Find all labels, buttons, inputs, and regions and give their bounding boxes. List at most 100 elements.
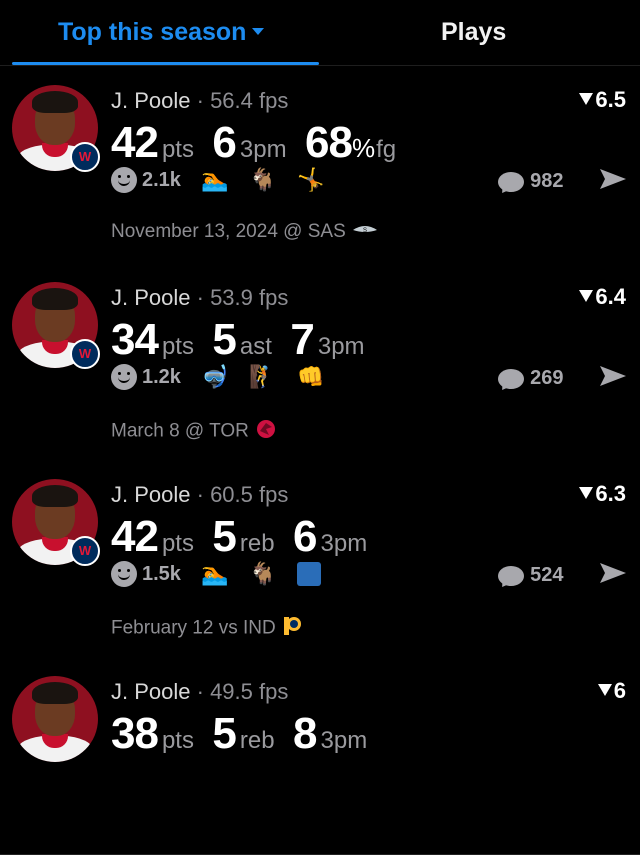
stat-line: 34 pts 5 ast 7 3pm xyxy=(111,315,379,365)
stat-3pm: 6 3pm xyxy=(293,512,367,562)
stat-label: reb xyxy=(239,530,275,557)
raptors-logo-icon xyxy=(255,418,277,445)
stat-label: pts xyxy=(161,333,194,360)
score-value: 6.3 xyxy=(595,481,626,506)
game-date: March 8 @ TOR xyxy=(111,420,249,442)
comments-bar: 982 xyxy=(498,167,628,196)
play-card[interactable]: W J. Poole · 60.5 fps 6.3 42 pts 5 reb 6 3p… xyxy=(0,460,640,658)
stat-label: 3pm xyxy=(239,136,287,163)
comment-bubble-icon[interactable] xyxy=(498,368,525,389)
score-chevron-icon xyxy=(579,93,594,105)
fps-value: 49.5 fps xyxy=(210,679,289,704)
stat-label: pts xyxy=(161,136,194,163)
caret-down-icon xyxy=(252,27,265,35)
player-name[interactable]: J. Poole xyxy=(111,679,191,704)
score-chevron-icon xyxy=(579,290,594,302)
play-card[interactable]: W J. Poole · 53.9 fps 6.4 34 pts 5 ast 7 3p… xyxy=(0,263,640,461)
comment-count: 524 xyxy=(530,564,564,586)
tab-plays-label: Plays xyxy=(441,18,507,46)
stat-label: fg xyxy=(376,136,397,163)
tab-bar: Top this season Plays xyxy=(0,0,640,66)
player-line: J. Poole · 56.4 fps xyxy=(111,88,288,114)
comment-bubble-icon[interactable] xyxy=(498,171,525,192)
score: 6.5 xyxy=(579,87,626,113)
tab-plays[interactable]: Plays xyxy=(441,18,506,47)
gymnast-emoji-icon[interactable]: 🤸 xyxy=(297,167,324,193)
react-smiley-icon[interactable] xyxy=(111,561,137,587)
comments-bar: 524 xyxy=(498,561,628,590)
reaction-count: 1.2k xyxy=(142,365,181,388)
share-icon[interactable] xyxy=(598,167,628,196)
fps-value: 56.4 fps xyxy=(210,88,289,113)
react-smiley-icon[interactable] xyxy=(111,167,137,193)
share-icon[interactable] xyxy=(598,364,628,393)
tab-top-this-season-label: Top this season xyxy=(58,18,247,46)
spurs-logo-icon: S xyxy=(352,223,378,241)
score-chevron-icon xyxy=(597,684,612,696)
stat-value: 7 xyxy=(290,315,315,364)
stat-label: pts xyxy=(161,727,194,754)
stat-pts: 38 pts xyxy=(111,709,194,759)
comment-count: 982 xyxy=(530,170,564,192)
react-smiley-icon[interactable] xyxy=(111,364,137,390)
goat-emoji-icon[interactable]: 🐐 xyxy=(249,561,276,587)
swimmer-emoji-icon[interactable]: 🏊 xyxy=(201,561,228,587)
stat-pts: 42 pts xyxy=(111,512,194,562)
score-value: 6.4 xyxy=(595,284,626,309)
stat-reb: 5 reb xyxy=(212,512,274,562)
player-line: J. Poole · 53.9 fps xyxy=(111,285,288,311)
fps-value: 53.9 fps xyxy=(210,285,289,310)
stat-label: 3pm xyxy=(320,530,368,557)
avatar[interactable] xyxy=(12,676,98,762)
stat-value: 6 xyxy=(293,512,318,561)
goat-emoji-icon[interactable]: 🐐 xyxy=(249,167,276,193)
pacers-logo-icon xyxy=(282,615,302,642)
separator: · xyxy=(190,285,211,310)
stat-label: pts xyxy=(161,530,194,557)
fps-value: 60.5 fps xyxy=(210,482,289,507)
player-name[interactable]: J. Poole xyxy=(111,285,191,310)
stat-label: 3pm xyxy=(320,727,368,754)
stat-fg: 68%fg xyxy=(305,118,396,168)
stat-value: 68 xyxy=(305,118,353,167)
share-icon[interactable] xyxy=(598,561,628,590)
player-name[interactable]: J. Poole xyxy=(111,482,191,507)
comments-bar: 269 xyxy=(498,364,628,393)
diving-mask-emoji-icon[interactable]: 🤿 xyxy=(201,364,228,390)
stat-line: 38 pts 5 reb 8 3pm xyxy=(111,709,381,759)
stat-3pm: 6 3pm xyxy=(212,118,286,168)
swimmer-emoji-icon[interactable]: 🏊 xyxy=(201,167,228,193)
stat-ast: 5 ast xyxy=(212,315,272,365)
comment-count: 269 xyxy=(530,367,564,389)
fist-emoji-icon[interactable]: 👊 xyxy=(297,364,324,390)
game-date: November 13, 2024 @ SAS xyxy=(111,221,346,242)
player-line: J. Poole · 60.5 fps xyxy=(111,482,288,508)
stat-value: 34 xyxy=(111,315,159,364)
stat-line: 42 pts 5 reb 6 3pm xyxy=(111,512,381,562)
stat-label: reb xyxy=(239,727,275,754)
game-date: February 12 vs IND xyxy=(111,617,276,639)
wizards-logo-icon: W xyxy=(70,536,100,566)
svg-text:S: S xyxy=(363,228,367,234)
hair-shape xyxy=(32,91,78,113)
play-card[interactable]: W J. Poole · 56.4 fps 6.5 42 pts 6 3pm 68%… xyxy=(0,66,640,264)
blue-square-emoji-icon[interactable] xyxy=(297,562,322,586)
hair-shape xyxy=(32,288,78,310)
score-value: 6 xyxy=(613,678,626,703)
reactions-bar: 1.2k 🤿 🧗 👊 xyxy=(111,364,325,394)
comment-bubble-icon[interactable] xyxy=(498,565,525,586)
stat-value: 5 xyxy=(212,709,237,758)
stat-pts: 42 pts xyxy=(111,118,194,168)
stat-pts: 34 pts xyxy=(111,315,194,365)
stat-label: ast xyxy=(239,333,272,360)
player-name[interactable]: J. Poole xyxy=(111,88,191,113)
stat-value: 6 xyxy=(212,118,237,167)
stat-value: 42 xyxy=(111,512,159,561)
tab-top-this-season[interactable]: Top this season xyxy=(58,18,265,47)
wizards-logo-icon: W xyxy=(70,339,100,369)
play-card[interactable]: J. Poole · 49.5 fps 6 38 pts 5 reb 8 3pm xyxy=(0,657,640,855)
reaction-count: 1.5k xyxy=(142,562,181,585)
separator: · xyxy=(190,679,211,704)
climber-emoji-icon[interactable]: 🧗 xyxy=(249,364,276,390)
hair-shape xyxy=(32,485,78,507)
